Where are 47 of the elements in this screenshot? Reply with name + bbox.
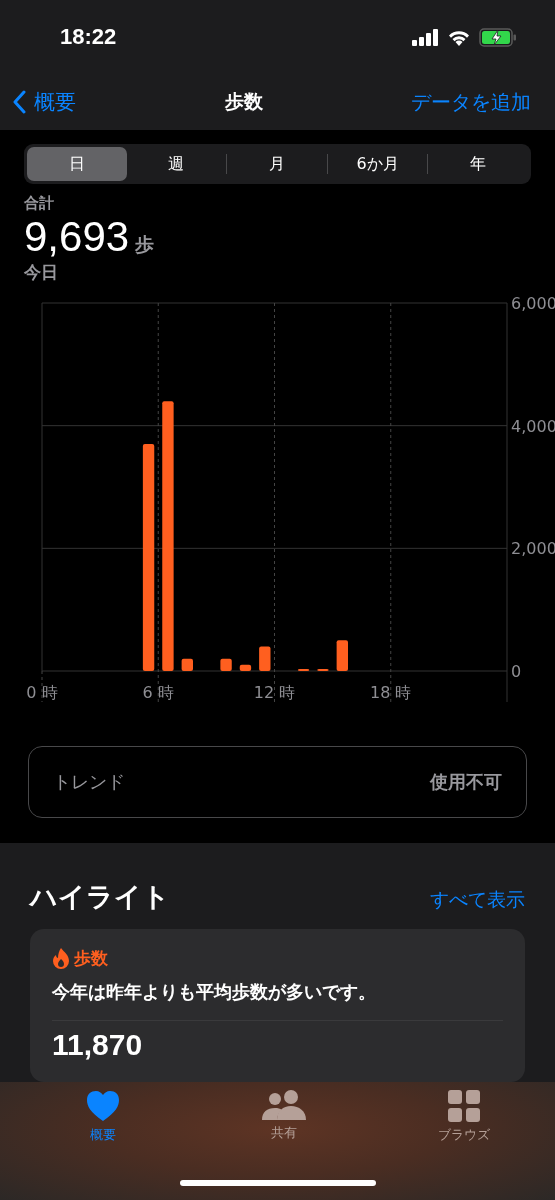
axis-label: 6 時 xyxy=(142,683,174,702)
tab-bar-item[interactable]: ブラウズ xyxy=(419,1090,509,1144)
total-label: 合計 xyxy=(24,194,55,213)
period-segment[interactable]: 週 xyxy=(126,147,227,181)
axis-label: 6,000 xyxy=(511,294,555,313)
axis-label: 4,000 xyxy=(511,416,555,436)
period-segment[interactable]: 6か月 xyxy=(327,147,428,181)
add-data-link[interactable]: データを追加 xyxy=(411,88,531,116)
heart-icon xyxy=(86,1090,120,1122)
bar xyxy=(259,646,271,671)
tab-bar-item[interactable]: 共有 xyxy=(238,1090,329,1144)
axis-label: 0 時 xyxy=(26,683,58,702)
wifi-icon xyxy=(447,28,471,46)
back-label: 概要 xyxy=(34,89,76,116)
battery-charging-icon xyxy=(479,27,517,47)
bar xyxy=(181,658,193,671)
period-segment[interactable]: 日 xyxy=(27,147,127,181)
bar xyxy=(220,658,232,671)
chevron-left-icon xyxy=(12,90,26,114)
page-title: 歩数 xyxy=(224,89,263,114)
trend-card[interactable]: トレンド 使用不可 xyxy=(28,746,527,818)
highlight-value: 11,870 xyxy=(52,1029,143,1061)
axis-label: 2,000 xyxy=(511,539,555,559)
flame-icon xyxy=(52,947,70,970)
back-link[interactable]: 概要 xyxy=(12,88,76,116)
highlight-category: 歩数 xyxy=(74,947,108,970)
tab-bar-item[interactable]: 概要 xyxy=(58,1090,148,1144)
date-label: 今日 xyxy=(24,261,59,284)
show-all-link[interactable]: すべて表示 xyxy=(430,887,525,913)
section-title: ハイライト xyxy=(30,880,170,914)
trend-value: 使用不可 xyxy=(430,770,502,794)
highlight-text: 今年は昨年よりも平均歩数が多いです。 xyxy=(52,980,377,1004)
highlight-card[interactable]: 歩数 今年は昨年よりも平均歩数が多いです。 11,870 xyxy=(30,929,525,1082)
people-icon xyxy=(260,1090,307,1120)
axis-label: 18 時 xyxy=(370,683,412,702)
status-time: 18:22 xyxy=(60,24,117,50)
unit-label: 歩 xyxy=(135,232,155,257)
grid-icon xyxy=(448,1090,480,1122)
axis-label: 0 xyxy=(511,662,522,681)
trend-label: トレンド xyxy=(53,770,125,794)
period-segment[interactable]: 月 xyxy=(227,147,327,181)
signal-icon xyxy=(412,28,439,46)
bar xyxy=(239,664,252,671)
step-total: 9,693 xyxy=(24,213,130,261)
bar xyxy=(336,640,348,671)
period-segment[interactable]: 年 xyxy=(428,147,528,181)
axis-label: 12 時 xyxy=(253,683,296,702)
